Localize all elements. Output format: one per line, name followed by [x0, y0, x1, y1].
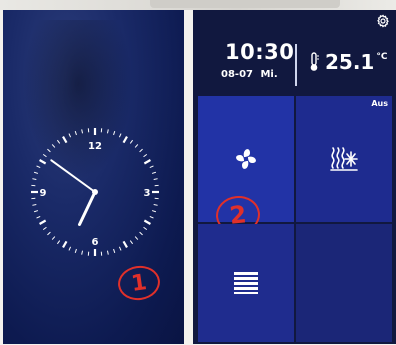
- clock-tick-minor: [47, 231, 51, 236]
- clock-tick-minor: [153, 178, 158, 181]
- empty-tile[interactable]: [296, 224, 392, 342]
- clock-tick-minor: [129, 139, 134, 144]
- clock-tick-minor: [118, 246, 122, 251]
- top-notch: [150, 0, 340, 8]
- fan-tile[interactable]: 2: [198, 96, 294, 237]
- clock-tick-minor: [68, 133, 72, 138]
- clock-tick-minor: [81, 250, 84, 255]
- clock-tick-minor: [151, 171, 157, 174]
- clock-tick-minor: [42, 226, 47, 231]
- gear-icon[interactable]: [376, 14, 390, 28]
- clock-tick-minor: [74, 248, 77, 254]
- clock-tick-major: [122, 240, 128, 248]
- temperature-unit: °C: [376, 52, 388, 62]
- clock-tick-minor: [143, 226, 148, 231]
- clock-tick-minor: [134, 144, 139, 148]
- date-value: 08-07: [221, 69, 253, 80]
- clock-tick-major: [122, 136, 128, 144]
- clock-tick-minor: [106, 129, 109, 134]
- blinds-tile[interactable]: [198, 224, 294, 342]
- clock-tick-minor: [139, 231, 143, 236]
- clock-tick-minor: [113, 130, 116, 136]
- clock-tick-minor: [129, 240, 134, 245]
- control-screen: 10:30 08-07 Mi. 25.1 °C 2 Aus: [193, 10, 396, 344]
- clock-tick-minor: [118, 133, 122, 138]
- clock-tick-minor: [139, 148, 143, 153]
- clock-numeral-3: 3: [144, 188, 151, 199]
- clock-tick-minor: [33, 210, 39, 213]
- clock-tick-minor: [151, 210, 157, 213]
- clock-screen[interactable]: 12 3 6 9 1: [3, 10, 184, 344]
- clock-tick-major: [39, 159, 47, 165]
- screen-gap: [184, 10, 193, 345]
- annotation-mark-1: 1: [115, 263, 163, 303]
- hour-hand: [78, 190, 97, 226]
- clock-tick-minor: [51, 236, 56, 240]
- clock-tick-minor: [74, 130, 77, 136]
- clock-tick-minor: [149, 215, 154, 219]
- temperature-value: 25.1: [325, 50, 375, 74]
- clock-tick-minor: [56, 240, 61, 245]
- current-time: 10:30: [225, 40, 295, 64]
- clock-tick-minor: [32, 203, 37, 206]
- clock-tick-minor: [134, 236, 139, 240]
- thermometer-icon: [310, 52, 319, 71]
- weekday-value: Mi.: [260, 69, 278, 80]
- clock-tick-minor: [36, 165, 41, 169]
- clock-tick-minor: [47, 148, 51, 153]
- floor-heating-icon: [330, 147, 358, 171]
- floor-heating-tile[interactable]: Aus: [296, 96, 392, 222]
- clock-tick-major: [62, 136, 68, 144]
- clock-tick-minor: [68, 246, 72, 251]
- top-strip: [0, 0, 396, 10]
- clock-center: [92, 189, 98, 195]
- clock-numeral-9: 9: [40, 188, 47, 199]
- clock-tick-minor: [32, 178, 37, 181]
- clock-tick-major: [143, 219, 151, 225]
- clock-tick-minor: [33, 171, 39, 174]
- clock-tick-minor: [36, 215, 41, 219]
- blinds-icon: [234, 272, 258, 294]
- heating-status: Aus: [371, 99, 388, 108]
- clock-numeral-12: 12: [88, 141, 102, 152]
- clock-tick-minor: [143, 153, 148, 158]
- clock-tick-minor: [149, 165, 154, 169]
- clock-tick-minor: [51, 144, 56, 148]
- fan-icon: [236, 149, 256, 169]
- clock-tick-minor: [42, 153, 47, 158]
- clock-tick-minor: [106, 250, 109, 255]
- header-divider: [295, 44, 297, 86]
- clock-tick-major: [39, 219, 47, 225]
- clock-tick-minor: [153, 203, 158, 206]
- clock-numeral-6: 6: [92, 237, 99, 248]
- clock-tick-major: [143, 159, 151, 165]
- clock-tick-minor: [56, 139, 61, 144]
- analog-clock: 12 3 6 9: [31, 128, 159, 256]
- current-date: 08-07 Mi.: [221, 69, 278, 80]
- clock-tick-minor: [81, 129, 84, 134]
- minute-hand: [50, 159, 96, 193]
- clock-tick-major: [62, 240, 68, 248]
- temperature-readout: 25.1 °C: [309, 50, 387, 74]
- clock-tick-minor: [113, 248, 116, 254]
